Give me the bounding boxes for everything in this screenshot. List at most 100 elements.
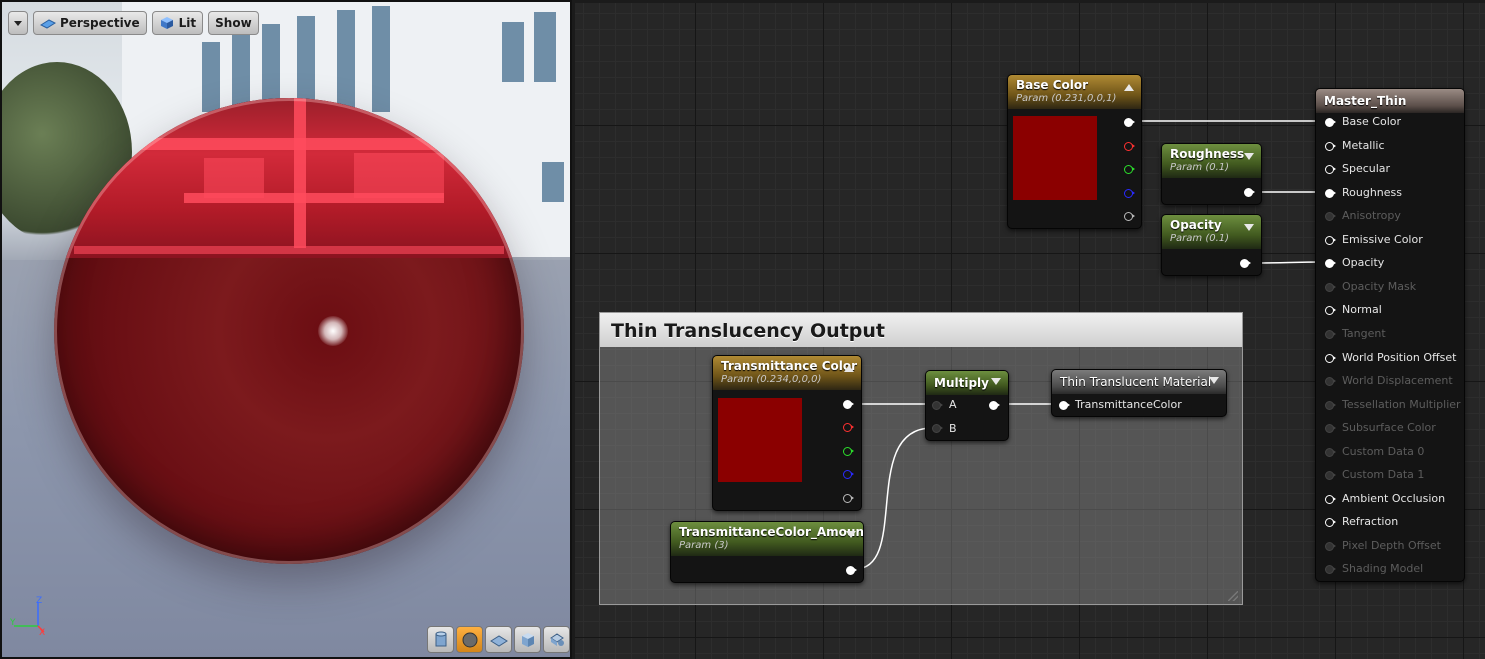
collapse-arrow-icon[interactable]: [1244, 153, 1254, 160]
node-subtitle: Param (0.234,0,0,0): [721, 374, 822, 385]
cylinder-icon[interactable]: [427, 626, 454, 653]
pin-label: Subsurface Color: [1342, 421, 1436, 434]
node-opacity[interactable]: Opacity Param (0.1): [1161, 214, 1262, 276]
node-title: Base Color: [1016, 78, 1089, 92]
output-pin-rgb[interactable]: [1124, 118, 1135, 127]
node-header[interactable]: Roughness Param (0.1): [1162, 144, 1261, 178]
output-pin-rgb[interactable]: [843, 400, 854, 409]
collapse-arrow-icon[interactable]: [1209, 377, 1219, 384]
node-subtitle: Param (0.231,0,0,1): [1016, 93, 1117, 104]
node-title: Roughness: [1170, 147, 1245, 161]
output-pin-r[interactable]: [843, 423, 854, 432]
axis-gizmo: Z Y X: [10, 596, 50, 640]
pin-label: Roughness: [1342, 186, 1403, 199]
input-pin-a[interactable]: [932, 401, 943, 410]
pin-label: Anisotropy: [1342, 209, 1401, 222]
preview-viewport[interactable]: Perspective Lit Show Z Y X: [0, 0, 572, 659]
node-title: Thin Translucent Material: [1060, 375, 1212, 389]
output-pin[interactable]: [989, 401, 1000, 410]
preview-sphere: [54, 98, 524, 564]
node-header[interactable]: Thin Translucent Material: [1052, 370, 1226, 394]
input-pin[interactable]: [1325, 283, 1336, 292]
output-pin-b[interactable]: [1124, 189, 1135, 198]
input-pin[interactable]: [1325, 142, 1336, 151]
node-thin-translucent-material[interactable]: Thin Translucent Material TransmittanceC…: [1051, 369, 1227, 417]
preview-mesh-selector: [427, 626, 570, 653]
node-subtitle: Param (3): [679, 540, 729, 551]
node-header[interactable]: Transmittance Color Param (0.234,0,0,0): [713, 356, 861, 390]
perspective-label: Perspective: [60, 16, 140, 30]
plane-icon[interactable]: [485, 626, 512, 653]
output-pin-g[interactable]: [1124, 165, 1135, 174]
output-pin[interactable]: [1244, 188, 1255, 197]
input-pin[interactable]: [1325, 118, 1336, 127]
input-pin-b[interactable]: [932, 424, 943, 433]
input-pin[interactable]: [1325, 189, 1336, 198]
node-header[interactable]: Base Color Param (0.231,0,0,1): [1008, 75, 1141, 109]
output-pin-a[interactable]: [1124, 212, 1135, 221]
perspective-button[interactable]: Perspective: [33, 11, 147, 35]
color-swatch: [718, 398, 802, 482]
pin-label: Normal: [1342, 303, 1382, 316]
input-pin[interactable]: [1325, 354, 1336, 363]
input-pin[interactable]: [1325, 495, 1336, 504]
output-pin[interactable]: [1240, 259, 1251, 268]
perspective-icon: [40, 19, 56, 29]
output-pin[interactable]: [846, 566, 857, 575]
node-header[interactable]: Multiply: [926, 371, 1008, 395]
collapse-arrow-icon[interactable]: [1124, 84, 1134, 91]
pin-label-b: B: [949, 422, 957, 435]
input-pin[interactable]: [1325, 542, 1336, 551]
sphere-icon[interactable]: [456, 626, 483, 653]
comment-title[interactable]: Thin Translucency Output: [600, 313, 1242, 347]
pin-label: Ambient Occlusion: [1342, 492, 1446, 505]
pin-label: Metallic: [1342, 139, 1385, 152]
viewport-toolbar: Perspective Lit Show: [8, 11, 259, 35]
pin-label: World Displacement: [1342, 374, 1453, 387]
pin-label: Shading Model: [1342, 562, 1424, 575]
node-subtitle: Param (0.1): [1170, 162, 1230, 173]
node-title: Master_Thin: [1324, 94, 1407, 108]
pin-label: Tessellation Multiplier: [1342, 398, 1461, 411]
input-pin[interactable]: [1325, 471, 1336, 480]
node-roughness[interactable]: Roughness Param (0.1): [1161, 143, 1262, 205]
node-transmittance-color[interactable]: Transmittance Color Param (0.234,0,0,0): [712, 355, 862, 511]
output-pin-a[interactable]: [843, 494, 854, 503]
node-base-color[interactable]: Base Color Param (0.231,0,0,1): [1007, 74, 1142, 229]
input-pin[interactable]: [1325, 565, 1336, 574]
node-header[interactable]: Opacity Param (0.1): [1162, 215, 1261, 249]
cube-icon[interactable]: [514, 626, 541, 653]
input-pin[interactable]: [1325, 330, 1336, 339]
node-header[interactable]: TransmittanceColor_Amount Param (3): [671, 522, 863, 556]
input-pin[interactable]: [1325, 165, 1336, 174]
input-pin[interactable]: [1325, 424, 1336, 433]
output-pin-b[interactable]: [843, 470, 854, 479]
node-header[interactable]: Master_Thin: [1316, 89, 1464, 113]
output-pin-r[interactable]: [1124, 142, 1135, 151]
node-subtitle: Param (0.1): [1170, 233, 1230, 244]
custom-mesh-icon[interactable]: [543, 626, 570, 653]
node-master-material[interactable]: Master_Thin Base Color Metallic Specular Ro…: [1315, 88, 1465, 582]
input-pin[interactable]: [1325, 306, 1336, 315]
lit-button[interactable]: Lit: [151, 11, 204, 35]
input-pin-transmittance[interactable]: [1059, 401, 1070, 410]
show-button[interactable]: Show: [208, 11, 259, 35]
node-multiply[interactable]: Multiply A B: [925, 370, 1009, 441]
input-pin[interactable]: [1325, 259, 1336, 268]
node-transmittance-amount[interactable]: TransmittanceColor_Amount Param (3): [670, 521, 864, 583]
output-pin-g[interactable]: [843, 447, 854, 456]
collapse-arrow-icon[interactable]: [1244, 224, 1254, 231]
input-pin[interactable]: [1325, 448, 1336, 457]
collapse-arrow-icon[interactable]: [844, 365, 854, 372]
collapse-arrow-icon[interactable]: [991, 378, 1001, 385]
input-pin[interactable]: [1325, 401, 1336, 410]
input-pin[interactable]: [1325, 518, 1336, 527]
resize-grip-icon[interactable]: [1228, 591, 1238, 601]
pin-label: Custom Data 0: [1342, 445, 1425, 458]
pin-label: Base Color: [1342, 115, 1402, 128]
input-pin[interactable]: [1325, 377, 1336, 386]
collapse-arrow-icon[interactable]: [846, 531, 856, 538]
input-pin[interactable]: [1325, 236, 1336, 245]
input-pin[interactable]: [1325, 212, 1336, 221]
viewport-options-button[interactable]: [8, 11, 28, 35]
